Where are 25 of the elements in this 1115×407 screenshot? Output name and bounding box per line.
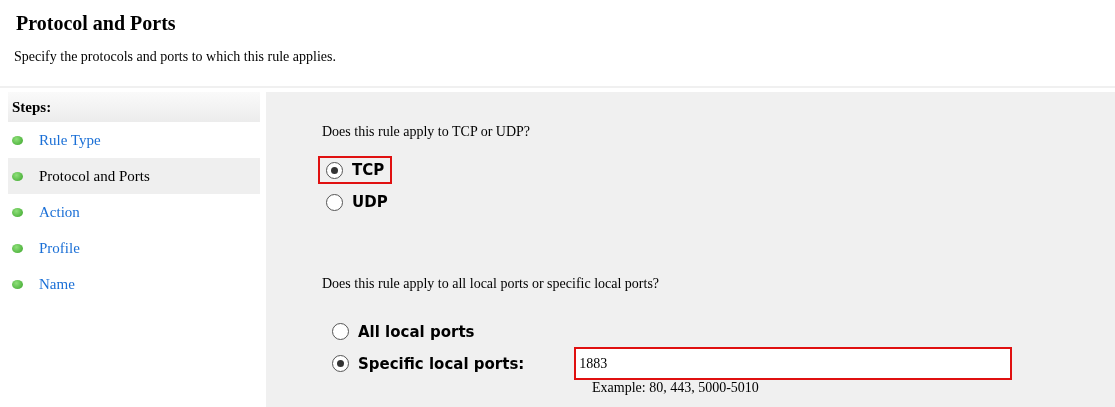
status-dot-icon [12, 135, 23, 145]
step-item[interactable]: Action [8, 194, 260, 230]
protocol-question: Does this rule apply to TCP or UDP? [322, 124, 532, 140]
step-item[interactable]: Profile [8, 230, 260, 266]
step-item[interactable]: Rule Type [8, 122, 260, 158]
ports-radio-option[interactable]: All local ports [322, 316, 485, 347]
status-dot-icon [12, 207, 23, 217]
page-title: Protocol and Ports [16, 12, 177, 35]
status-dot-icon [12, 243, 23, 253]
ports-input-field[interactable]: 1883 [574, 347, 1013, 380]
status-dot-icon [12, 279, 23, 289]
steps-heading: Steps: [8, 92, 260, 122]
ports-radio-option[interactable]: Specific local ports: [322, 348, 535, 379]
page-subtitle: Specify the protocols and ports to which this rule applies. [14, 49, 337, 65]
radio-icon[interactable] [332, 355, 349, 372]
radio-icon[interactable] [326, 193, 343, 211]
protocol-radio-option[interactable]: TCP [316, 154, 395, 186]
step-item[interactable]: Name [8, 266, 260, 302]
ports-question: Does this rule apply to all local ports or specific local ports? [322, 276, 661, 292]
radio-icon[interactable] [332, 323, 349, 340]
status-dot-icon [12, 171, 23, 181]
protocol-radio-option[interactable]: UDP [316, 186, 398, 218]
example-hint: Example: 80, 443, 5000-5010 [592, 380, 760, 396]
radio-icon[interactable] [326, 161, 343, 179]
step-item[interactable]: Protocol and Ports [8, 158, 260, 194]
